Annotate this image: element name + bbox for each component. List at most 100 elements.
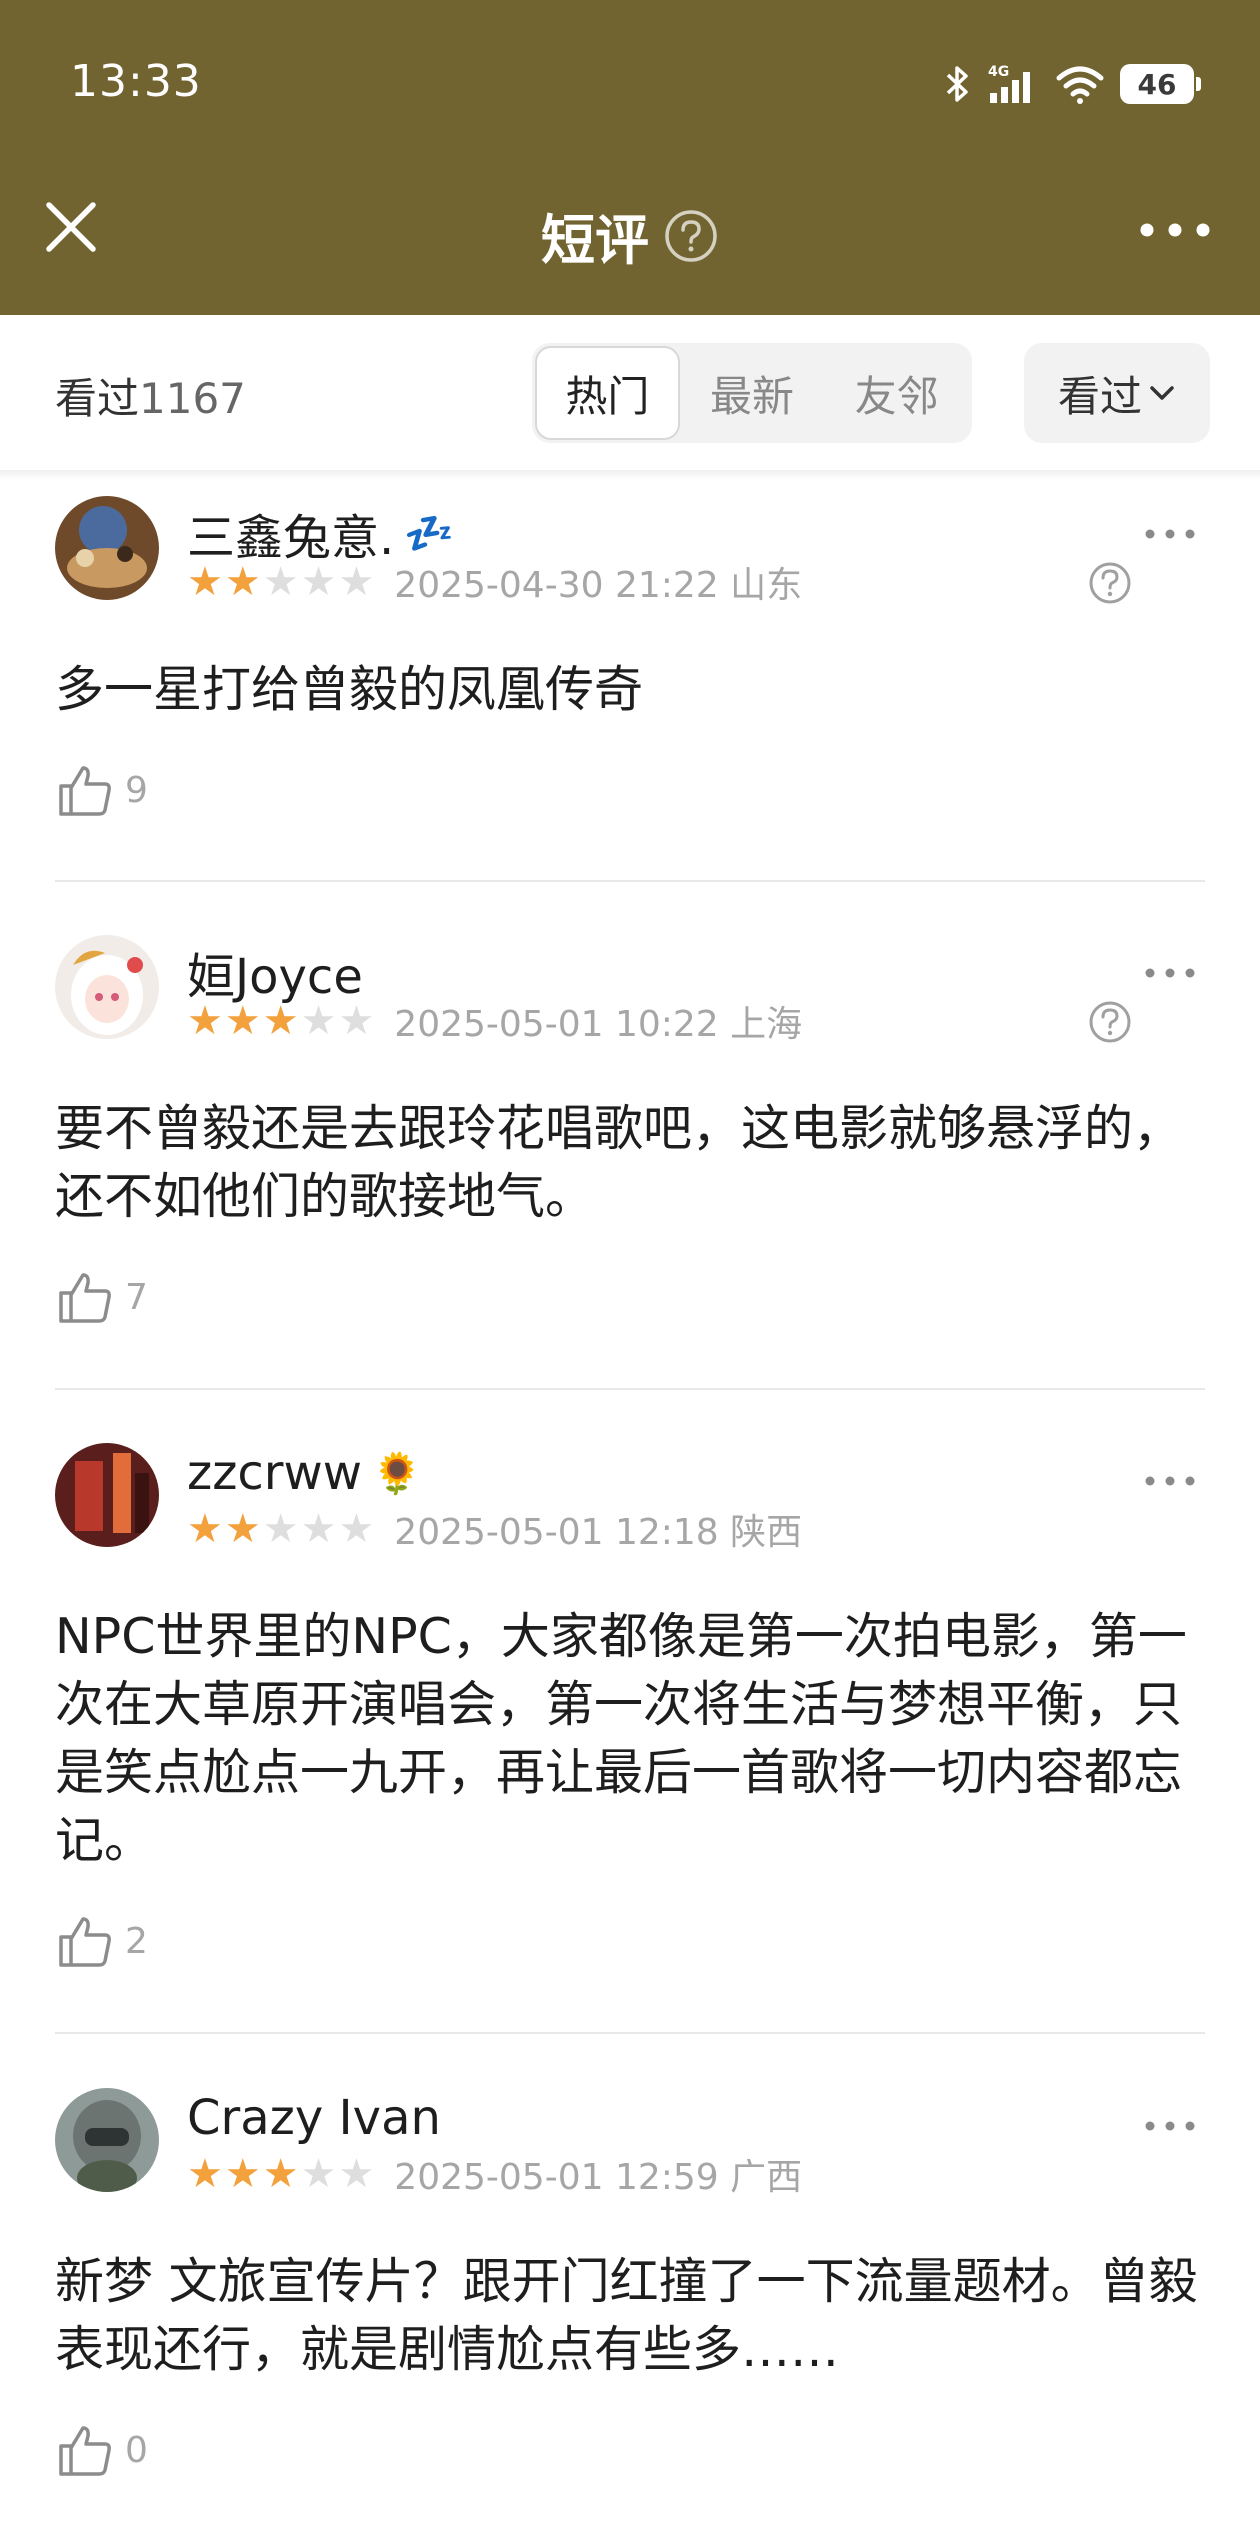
- tab-hot[interactable]: 热门: [535, 346, 680, 440]
- comment-text: 多一星打给曾毅的凤凰传奇: [55, 661, 644, 718]
- star-filled-icon: ★: [187, 1506, 223, 1552]
- like-count: 7: [125, 1276, 148, 1318]
- wifi-icon: [1056, 66, 1104, 104]
- avatar[interactable]: [55, 2088, 159, 2192]
- comment-more-button[interactable]: [1135, 1461, 1205, 1501]
- thumbs-up-icon: [59, 2426, 111, 2476]
- avatar[interactable]: [55, 935, 159, 1039]
- status-icons: 4G 46: [942, 62, 1201, 106]
- more-horizontal-icon: [1145, 968, 1195, 978]
- comment-item: Crazy Ivan ★ ★ ★ ★ ★ 2025-05-01 12:59 广西 新梦 …: [55, 2088, 1205, 2528]
- dropdown-label: 看过: [1057, 371, 1142, 421]
- meta-row: ★ ★ ★ ★ ★ 2025-05-01 10:22 上海: [187, 995, 802, 1047]
- like-button[interactable]: 7: [55, 1267, 148, 1327]
- chevron-down-icon: [1150, 386, 1174, 400]
- avatar[interactable]: [55, 1443, 159, 1547]
- like-button[interactable]: 2: [55, 1911, 148, 1971]
- star-filled-icon: ★: [262, 2151, 299, 2197]
- sort-tabs: 热门 最新 友邻: [532, 343, 972, 443]
- comment-location: 山东: [730, 565, 803, 606]
- comment-more-button[interactable]: [1135, 953, 1205, 993]
- divider: [55, 2032, 1205, 2034]
- rating-stars: ★ ★ ★ ★ ★: [187, 562, 374, 602]
- star-empty-icon: ★: [300, 998, 337, 1044]
- thumbs-up-icon: [59, 1917, 111, 1967]
- status-bar: 13:33 4G 46: [0, 0, 1260, 170]
- star-filled-icon: ★: [187, 2151, 223, 2197]
- comment-date: 2025-05-01 12:59 广西: [394, 2157, 803, 2198]
- cellular-signal-icon: 4G: [988, 64, 1030, 103]
- bluetooth-icon: [946, 66, 968, 102]
- like-count: 9: [125, 769, 148, 811]
- comment-text: 要不曾毅还是去跟玲花唱歌吧，这电影就够悬浮的，还不如他们的歌接地气。: [55, 1100, 1183, 1225]
- divider: [55, 1388, 1205, 1390]
- star-empty-icon: ★: [338, 998, 375, 1044]
- comment-date: 2025-04-30 21:22 山东: [394, 565, 803, 606]
- meta-row: ★ ★ ★ ★ ★ 2025-04-30 21:22 山东: [187, 556, 802, 608]
- comment-item: zzcrww 🌻 ★ ★ ★ ★ ★ 2025-05-01 12:18 陕西 NPC世界…: [55, 1443, 1205, 2023]
- star-empty-icon: ★: [300, 559, 337, 605]
- rating-stars: ★ ★ ★ ★ ★: [187, 1001, 374, 1041]
- comment-text: NPC世界里的NPC，大家都像是第一次拍电影，第一次在大草原开演唱会，第一次将生…: [55, 1608, 1187, 1869]
- comment-item: 姮Joyce ★ ★ ★ ★ ★ 2025-05-01 10:22 上海 要不曾毅还是去…: [55, 935, 1205, 1375]
- comment-location: 陕西: [730, 1512, 803, 1553]
- star-empty-icon: ★: [300, 1506, 337, 1552]
- more-horizontal-icon: [1140, 223, 1210, 237]
- network-type-label: 4G: [988, 64, 1009, 80]
- nav-title-group: 短评: [0, 196, 1260, 275]
- tab-latest[interactable]: 最新: [680, 346, 825, 440]
- star-empty-icon: ★: [262, 559, 299, 605]
- name-row: zzcrww 🌻: [187, 1445, 422, 1501]
- star-filled-icon: ★: [224, 1506, 261, 1552]
- more-menu-button[interactable]: [1130, 200, 1220, 260]
- rating-stars: ★ ★ ★ ★ ★: [187, 2154, 374, 2194]
- seen-count: 看过1167: [55, 365, 246, 426]
- comment-more-button[interactable]: [1135, 514, 1205, 554]
- battery-icon: 46: [1120, 64, 1201, 104]
- star-empty-icon: ★: [262, 1506, 299, 1552]
- battery-level: 46: [1137, 67, 1177, 101]
- help-button[interactable]: [663, 208, 719, 264]
- username[interactable]: zzcrww: [187, 1445, 362, 1501]
- comment-date: 2025-05-01 10:22 上海: [394, 1004, 803, 1045]
- comment-more-button[interactable]: [1135, 2106, 1205, 2146]
- page-title: 短评: [541, 209, 649, 272]
- question-circle-icon: [665, 209, 717, 262]
- like-count: 0: [125, 2429, 148, 2471]
- more-horizontal-icon: [1145, 529, 1195, 539]
- avatar[interactable]: [55, 496, 159, 600]
- status-time: 13:33: [70, 56, 202, 107]
- like-button[interactable]: 9: [55, 760, 148, 820]
- header-shadow: [0, 470, 1260, 480]
- star-filled-icon: ★: [187, 559, 223, 605]
- meta-row: ★ ★ ★ ★ ★ 2025-05-01 12:59 广西: [187, 2148, 802, 2200]
- sunflower-badge-icon: 🌻: [372, 1450, 422, 1497]
- star-empty-icon: ★: [338, 1506, 375, 1552]
- rating-stars: ★ ★ ★ ★ ★: [187, 1509, 374, 1549]
- status-filter-dropdown[interactable]: 看过: [1024, 343, 1210, 443]
- star-filled-icon: ★: [224, 2151, 261, 2197]
- like-button[interactable]: 0: [55, 2420, 148, 2480]
- star-filled-icon: ★: [187, 998, 223, 1044]
- comment-item: 三鑫兔意. 💤 ★ ★ ★ ★ ★ 2025-04-30 21:22 山东 多一星打给曾…: [55, 496, 1205, 866]
- star-filled-icon: ★: [262, 998, 299, 1044]
- question-circle-icon[interactable]: [1087, 560, 1133, 606]
- more-horizontal-icon: [1145, 1476, 1195, 1486]
- nav-bar: 短评: [0, 170, 1260, 315]
- username[interactable]: Crazy Ivan: [187, 2090, 441, 2146]
- comment-text: 新梦 文旅宣传片？跟开门红撞了一下流量题材。曾毅表现还行，就是剧情尬点有些多……: [55, 2253, 1198, 2378]
- comment-date: 2025-05-01 12:18 陕西: [394, 1512, 803, 1553]
- question-circle-icon[interactable]: [1087, 999, 1133, 1045]
- star-filled-icon: ★: [224, 559, 261, 605]
- name-row: Crazy Ivan: [187, 2090, 441, 2146]
- star-empty-icon: ★: [338, 559, 375, 605]
- tab-friends[interactable]: 友邻: [824, 346, 969, 440]
- divider: [55, 880, 1205, 882]
- star-empty-icon: ★: [338, 2151, 375, 2197]
- more-horizontal-icon: [1145, 2121, 1195, 2131]
- like-count: 2: [125, 1920, 148, 1962]
- filter-bar: 看过1167 热门 最新 友邻 看过: [0, 315, 1260, 470]
- seen-label: 看过: [55, 374, 140, 423]
- thumbs-up-icon: [59, 766, 111, 816]
- thumbs-up-icon: [59, 1273, 111, 1323]
